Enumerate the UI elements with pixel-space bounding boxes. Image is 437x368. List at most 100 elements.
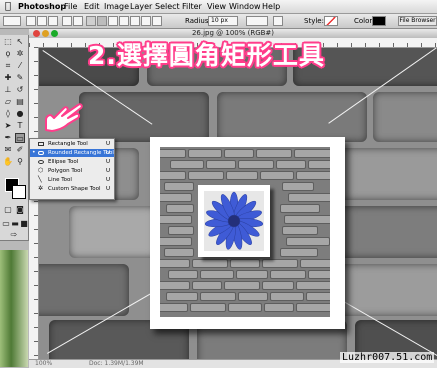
- inner-brick-wall: [160, 147, 330, 317]
- eyedropper-tool-icon[interactable]: ✐: [15, 145, 25, 155]
- flyout-item-shortcut: U: [105, 186, 110, 192]
- menu-image[interactable]: Image: [104, 0, 129, 13]
- rounded-rectangle-shape-button[interactable]: [97, 16, 107, 26]
- menu-app-name[interactable]: Photoshop: [18, 0, 66, 13]
- flyout-rounded-rectangle-tool[interactable]: • Rounded Rectangle Tool U: [30, 149, 114, 157]
- history-brush-icon[interactable]: ↺: [15, 85, 25, 95]
- menu-layer[interactable]: Layer: [130, 0, 152, 13]
- flyout-rectangle-tool[interactable]: Rectangle Tool U: [30, 140, 114, 148]
- menu-bar:  Photoshop File Edit Image Layer Select…: [0, 0, 437, 14]
- imageready-jump-icon[interactable]: ⇨: [9, 230, 19, 240]
- menu-filter[interactable]: Filter: [182, 0, 202, 13]
- brush-tool-icon[interactable]: ✎: [15, 73, 25, 83]
- tool-preset-button[interactable]: [3, 16, 21, 26]
- radius-input[interactable]: 10 px: [208, 16, 238, 26]
- rectangle-tool-icon[interactable]: ▭: [15, 133, 25, 143]
- flyout-item-shortcut: U: [105, 168, 110, 174]
- selected-bullet-icon: •: [32, 149, 36, 156]
- slice-tool-icon[interactable]: ⁄: [15, 61, 25, 71]
- flyout-custom-shape-tool[interactable]: ✲ Custom Shape Tool U: [30, 185, 114, 193]
- shape-tool-flyout-menu: Rectangle Tool U • Rounded Rectangle Too…: [29, 138, 115, 200]
- minimize-window-icon[interactable]: [42, 30, 49, 37]
- brick: [329, 206, 437, 258]
- standard-mode-icon[interactable]: ▢: [3, 205, 13, 215]
- paths-button[interactable]: [37, 16, 47, 26]
- blur-tool-icon[interactable]: ◊: [3, 109, 13, 119]
- quick-mask-icon[interactable]: ◙: [15, 205, 25, 215]
- ellipse-icon: [38, 160, 44, 164]
- apple-icon[interactable]: : [5, 0, 14, 13]
- radius-label: Radius:: [185, 17, 211, 25]
- flyout-line-tool[interactable]: ╲ Line Tool U: [30, 176, 114, 184]
- file-browser-button[interactable]: File Browser: [398, 16, 437, 26]
- pen-tool-button[interactable]: [62, 16, 72, 26]
- menu-edit[interactable]: Edit: [84, 0, 100, 13]
- menu-file[interactable]: File: [64, 0, 77, 13]
- move-tool-icon[interactable]: ↖: [15, 37, 25, 47]
- marquee-tool-icon[interactable]: ⬚: [3, 37, 13, 47]
- brick: [373, 92, 437, 142]
- rectangle-icon: [38, 142, 44, 146]
- type-tool-icon[interactable]: T: [15, 121, 25, 131]
- style-picker[interactable]: [324, 16, 338, 26]
- flyout-item-label: Polygon Tool: [48, 168, 83, 174]
- blue-flower-image: [204, 191, 264, 250]
- rounded-rectangle-icon: [38, 151, 44, 155]
- shape-options-dropdown[interactable]: [152, 16, 162, 26]
- ellipse-shape-button[interactable]: [108, 16, 118, 26]
- line-shape-button[interactable]: [130, 16, 140, 26]
- document-canvas[interactable]: [39, 48, 437, 359]
- flyout-item-label: Custom Shape Tool: [48, 186, 101, 192]
- magic-wand-tool-icon[interactable]: ✲: [15, 49, 25, 59]
- menu-select[interactable]: Select: [155, 0, 180, 13]
- rectangle-shape-button[interactable]: [86, 16, 96, 26]
- color-swatch[interactable]: [372, 16, 386, 26]
- notes-tool-icon[interactable]: ✉: [3, 145, 13, 155]
- background-color-swatch[interactable]: [12, 185, 26, 199]
- gradient-tool-icon[interactable]: ▤: [15, 97, 25, 107]
- toolbox: ⬚ ↖ ϙ ✲ ⌗ ⁄ ✚ ✎ ⊥ ↺ ▱ ▤ ◊ ● ➤ T ✒ ▭ ✉ ✐ …: [0, 35, 29, 241]
- hand-tool-icon[interactable]: ✋: [3, 157, 13, 167]
- menu-help[interactable]: Help: [262, 0, 280, 13]
- brick: [339, 148, 437, 200]
- screen-mode-full-icon[interactable]: ■: [19, 219, 29, 229]
- freeform-pen-button[interactable]: [73, 16, 83, 26]
- clone-stamp-icon[interactable]: ⊥: [3, 85, 13, 95]
- shape-layers-button[interactable]: [26, 16, 36, 26]
- path-selection-icon[interactable]: ➤: [3, 121, 13, 131]
- polygon-shape-button[interactable]: [119, 16, 129, 26]
- flyout-item-shortcut: U: [105, 159, 110, 165]
- vertical-ruler[interactable]: [29, 47, 39, 360]
- pen-tool-icon[interactable]: ✒: [3, 133, 13, 143]
- menu-window[interactable]: Window: [229, 0, 261, 13]
- zoom-window-icon[interactable]: [51, 30, 58, 37]
- healing-brush-icon[interactable]: ✚: [3, 73, 13, 83]
- flyout-item-shortcut: U: [105, 141, 110, 147]
- menu-view[interactable]: View: [207, 0, 226, 13]
- brick: [217, 92, 367, 142]
- document-title-bar[interactable]: 26.jpg @ 100% (RGB#): [29, 29, 437, 38]
- framed-image: [150, 137, 345, 329]
- dodge-tool-icon[interactable]: ●: [15, 109, 25, 119]
- desktop-background: [0, 250, 28, 367]
- brick: [79, 92, 209, 142]
- tutorial-caption: 2.選擇圓角矩形工具: [88, 41, 325, 70]
- flyout-ellipse-tool[interactable]: Ellipse Tool U: [30, 158, 114, 166]
- close-window-icon[interactable]: [33, 30, 40, 37]
- flyout-item-label: Line Tool: [48, 177, 72, 183]
- style-label: Style:: [304, 17, 324, 25]
- flyout-polygon-tool[interactable]: ⬡ Polygon Tool U: [30, 167, 114, 175]
- flyout-item-shortcut: U: [105, 177, 110, 183]
- eraser-tool-icon[interactable]: ▱: [3, 97, 13, 107]
- zoom-tool-icon[interactable]: ⚲: [15, 157, 25, 167]
- fill-pixels-button[interactable]: [48, 16, 58, 26]
- document-title: 26.jpg @ 100% (RGB#): [191, 29, 275, 37]
- flyout-item-shortcut: U: [105, 150, 110, 156]
- line-icon: ╲: [38, 176, 42, 183]
- combine-mode-buttons[interactable]: [246, 16, 268, 26]
- link-layer-button[interactable]: [273, 16, 283, 26]
- crop-tool-icon[interactable]: ⌗: [3, 61, 13, 71]
- custom-shape-button[interactable]: [141, 16, 151, 26]
- hand-pointer-icon: [45, 103, 83, 132]
- lasso-tool-icon[interactable]: ϙ: [3, 49, 13, 59]
